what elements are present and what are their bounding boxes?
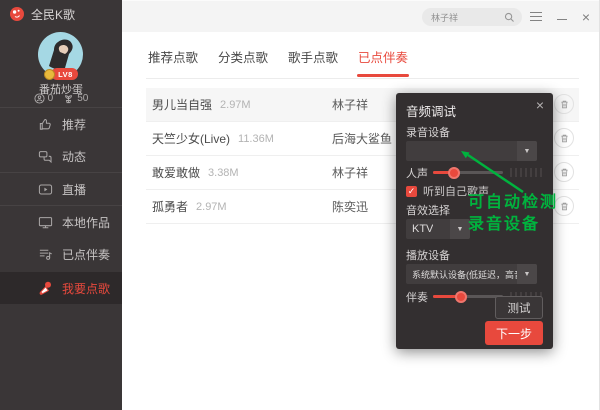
accompaniment-label: 伴奏 [406,289,433,305]
microphone-icon [37,280,53,296]
vocal-level-meter [510,168,544,177]
song-size: 11.36M [238,133,274,145]
app-window: 全民K歌 LV8 番茄炒蛋 0 50 推荐 [0,0,600,410]
minimize-icon[interactable] [557,19,567,21]
sidebar-item-local-works[interactable]: 本地作品 [0,206,122,238]
thumbs-up-icon [37,116,53,132]
visitors-count: 0 [48,93,54,104]
visitors-stat: 0 [34,93,54,104]
sidebar-item-label: 本地作品 [62,214,110,231]
tab-category-order[interactable]: 分类点歌 [218,47,268,78]
sidebar-item-label: 已点伴奏 [62,246,110,263]
sidebar-item-live[interactable]: 直播 [0,173,122,205]
tab-selected-accompaniment[interactable]: 已点伴奏 [358,47,408,78]
menu-icon[interactable] [530,12,542,22]
slider-thumb[interactable] [455,291,467,303]
search-input[interactable] [429,11,504,23]
slider-fill [433,295,461,298]
song-artist: 陈奕迅 [332,198,368,215]
vocal-volume-slider[interactable] [433,171,503,174]
sidebar: 全民K歌 LV8 番茄炒蛋 0 50 推荐 [0,0,122,410]
song-artist: 林子祥 [332,164,368,181]
hear-self-option[interactable]: ✓ 听到自己歌声 [406,183,489,199]
tab-recommend-order[interactable]: 推荐点歌 [148,47,198,78]
dialog-title: 音频调试 [406,101,456,120]
app-title: 全民K歌 [31,6,75,23]
slider-fill [433,171,454,174]
window-controls: × [530,1,590,32]
recording-device-select[interactable]: ▼ [406,141,537,161]
coin-icon [44,69,55,80]
search-box[interactable] [422,8,522,26]
close-window-icon[interactable]: × [582,10,590,24]
sidebar-item-recommend[interactable]: 推荐 [0,108,122,140]
trash-icon [559,133,570,144]
hear-self-label: 听到自己歌声 [423,183,489,199]
delete-song-button[interactable] [554,162,574,182]
vocal-volume-row: 人声 [406,166,544,179]
flower-icon [63,93,74,104]
user-stats: 0 50 [0,93,122,104]
trash-icon [559,99,570,110]
app-logo-icon [9,6,25,22]
tab-bar: 推荐点歌 分类点歌 歌手点歌 已点伴奏 [122,32,599,78]
level-badge: LV8 [0,68,122,80]
chevron-down-icon: ▼ [517,141,537,161]
playback-device-select[interactable]: 系统默认设备(低延迟，高音质) ▼ [406,264,537,284]
tab-divider [146,78,579,79]
test-button[interactable]: 测试 [495,296,543,319]
playlist-music-icon [37,246,53,262]
trash-icon [559,201,570,212]
delete-song-button[interactable] [554,128,574,148]
delete-song-button[interactable] [554,94,574,114]
sidebar-item-feed[interactable]: 动态 [0,140,122,172]
vocal-label: 人声 [406,165,433,181]
trash-icon [559,167,570,178]
audio-debug-dialog: 音频调试 × 录音设备 ▼ 人声 ✓ 听到自己歌声 音效选择 KTV ▼ 播放设… [396,93,553,349]
search-icon[interactable] [504,12,515,23]
song-name: 男儿当自强 [152,96,212,113]
visitor-icon [34,93,45,104]
titlebar: × [122,0,600,32]
chevron-down-icon: ▼ [450,219,470,239]
level-badge-label: LV8 [51,68,78,80]
sidebar-item-selected-accompaniment[interactable]: 已点伴奏 [0,238,122,270]
recording-device-label: 录音设备 [406,124,450,140]
sidebar-menu: 推荐 动态 直播 本地作品 [0,107,122,304]
sidebar-item-label: 直播 [62,181,86,198]
logo-row: 全民K歌 [0,0,122,28]
delete-song-button[interactable] [554,196,574,216]
accompaniment-volume-slider[interactable] [433,295,503,298]
effect-value: KTV [406,223,433,235]
chevron-down-icon: ▼ [517,264,537,284]
sidebar-item-label: 推荐 [62,116,86,133]
close-dialog-icon[interactable]: × [536,98,544,112]
song-name: 敢爱敢做 [152,164,200,181]
song-artist: 后海大鲨鱼 [332,130,392,147]
sidebar-item-order-song[interactable]: 我要点歌 [0,272,122,304]
sidebar-item-label: 我要点歌 [62,280,110,297]
monitor-icon [37,214,53,230]
playback-device-label: 播放设备 [406,247,450,263]
tab-singer-order[interactable]: 歌手点歌 [288,47,338,78]
effect-label: 音效选择 [406,202,450,218]
sidebar-item-label: 动态 [62,148,86,165]
slider-thumb[interactable] [448,167,460,179]
flowers-stat: 50 [63,93,88,104]
live-play-icon [37,181,53,197]
song-size: 2.97M [220,99,251,111]
song-name: 天竺少女(Live) [152,130,230,147]
song-name: 孤勇者 [152,198,188,215]
song-size: 2.97M [196,201,227,213]
playback-device-value: 系统默认设备(低延迟，高音质) [406,268,517,281]
checkbox-checked-icon[interactable]: ✓ [406,186,417,197]
next-step-button[interactable]: 下一步 [485,321,543,345]
effect-select[interactable]: KTV ▼ [406,219,470,239]
chat-bubbles-icon [37,148,53,164]
song-size: 3.38M [208,167,239,179]
flowers-count: 50 [77,93,88,104]
song-artist: 林子祥 [332,96,368,113]
